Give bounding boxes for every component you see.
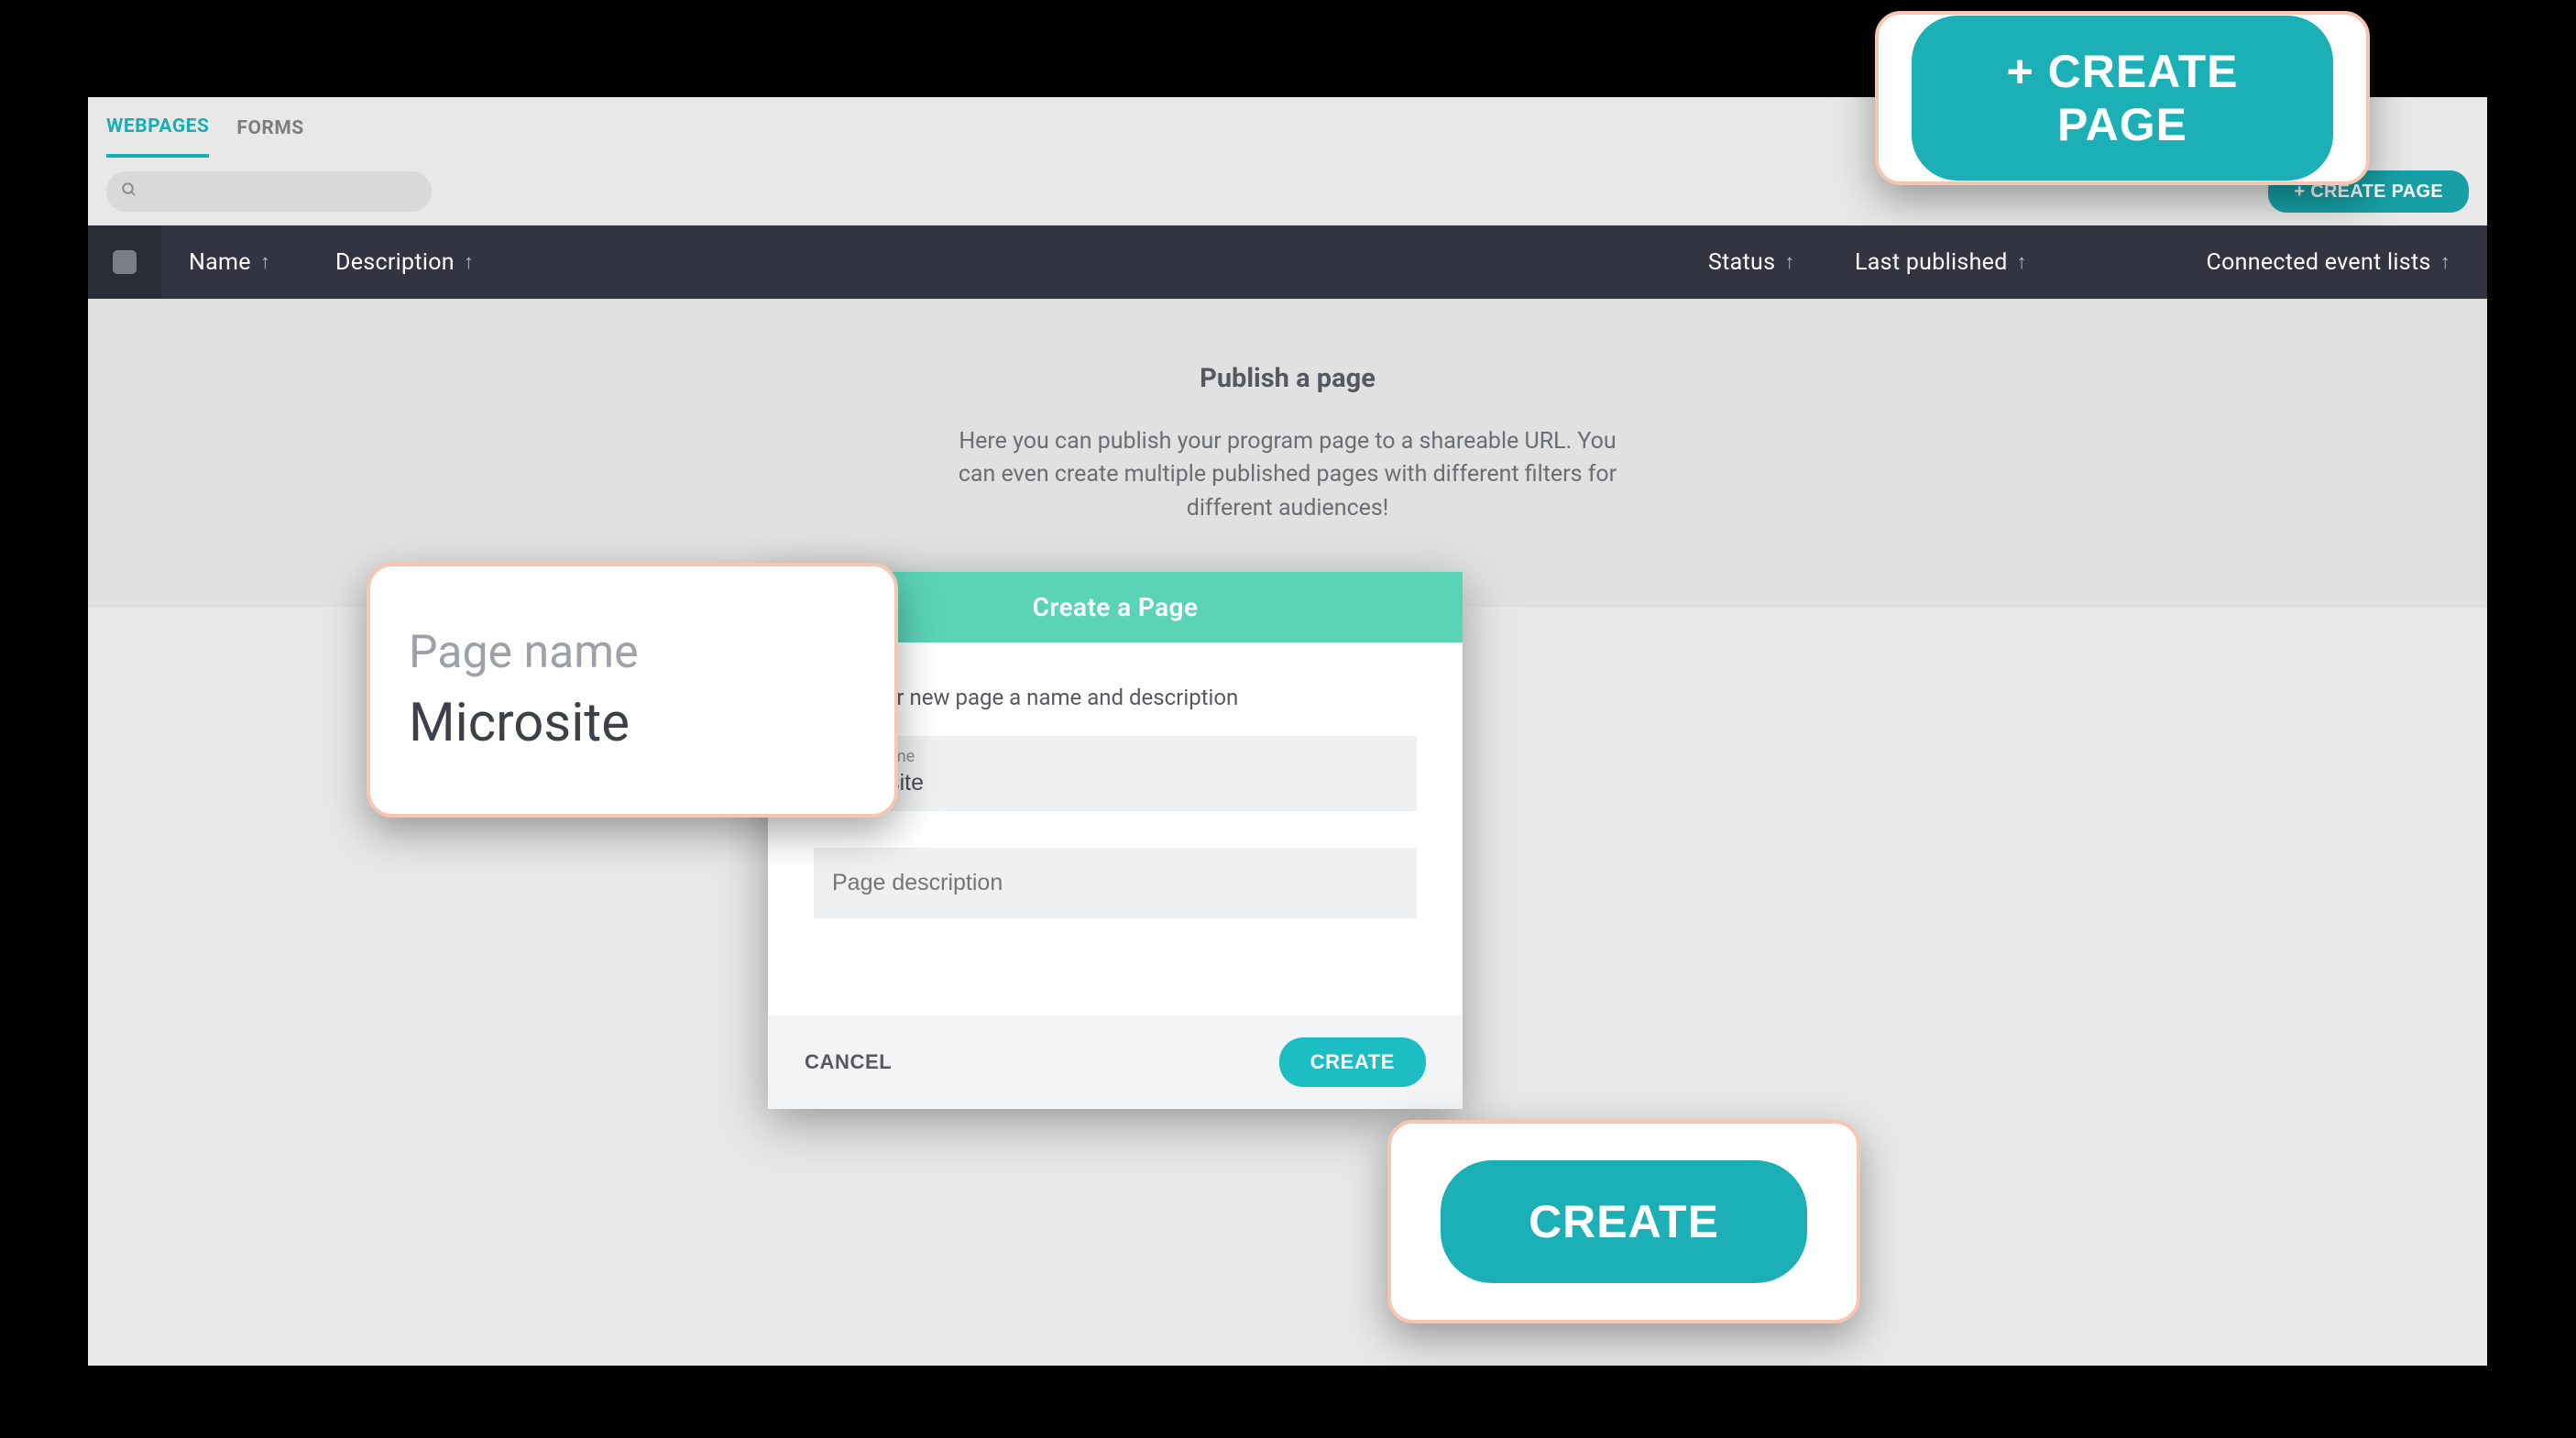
page-name-field[interactable]: Page name [814, 736, 1417, 811]
empty-state: Publish a page Here you can publish your… [88, 299, 2487, 608]
callout-page-name-value: Microsite [409, 692, 861, 754]
tab-webpages[interactable]: WEBPAGES [106, 115, 209, 158]
column-name[interactable]: Name ↑ [189, 249, 335, 276]
create-button[interactable]: CREATE [1279, 1037, 1426, 1087]
cancel-button[interactable]: CANCEL [805, 1050, 892, 1074]
modal-instruction: Give your new page a name and descriptio… [814, 685, 1417, 710]
sort-arrow-icon: ↑ [1784, 250, 1794, 274]
page-name-label: Page name [832, 747, 1398, 766]
callout-create: CREATE [1387, 1120, 1860, 1323]
search-input[interactable] [106, 171, 432, 212]
empty-title: Publish a page [125, 363, 2450, 394]
column-status[interactable]: Status ↑ [1708, 249, 1855, 276]
sort-arrow-icon: ↑ [464, 250, 474, 274]
column-connected-label: Connected event lists [2207, 249, 2431, 276]
column-last-published[interactable]: Last published ↑ [1855, 249, 2084, 276]
select-all-checkbox[interactable] [113, 250, 137, 274]
table-header: Name ↑ Description ↑ Status ↑ Last publi… [88, 225, 2487, 299]
modal-footer: CANCEL CREATE [768, 1015, 1463, 1109]
page-description-field[interactable] [814, 848, 1417, 918]
column-description[interactable]: Description ↑ [335, 249, 977, 276]
empty-description: Here you can publish your program page t… [944, 425, 1631, 525]
column-description-label: Description [335, 249, 455, 276]
search-icon [121, 181, 137, 203]
select-all-cell[interactable] [88, 225, 161, 299]
column-name-label: Name [189, 249, 251, 276]
column-connected[interactable]: Connected event lists ↑ [2084, 249, 2450, 276]
column-last-published-label: Last published [1855, 249, 2008, 276]
callout-page-name-label: Page name [409, 626, 861, 679]
page-name-input[interactable] [832, 766, 1398, 796]
callout-create-button[interactable]: CREATE [1441, 1160, 1807, 1283]
tab-forms[interactable]: FORMS [236, 117, 303, 156]
callout-create-page: + CREATE PAGE [1875, 11, 2370, 185]
callout-create-page-button[interactable]: + CREATE PAGE [1912, 16, 2333, 181]
page-description-input[interactable] [832, 853, 1398, 913]
sort-arrow-icon: ↑ [260, 250, 270, 274]
sort-arrow-icon: ↑ [2440, 250, 2450, 274]
column-status-label: Status [1708, 249, 1775, 276]
sort-arrow-icon: ↑ [2017, 250, 2027, 274]
callout-page-name: Page name Microsite [367, 563, 898, 818]
search-wrap [106, 171, 432, 212]
